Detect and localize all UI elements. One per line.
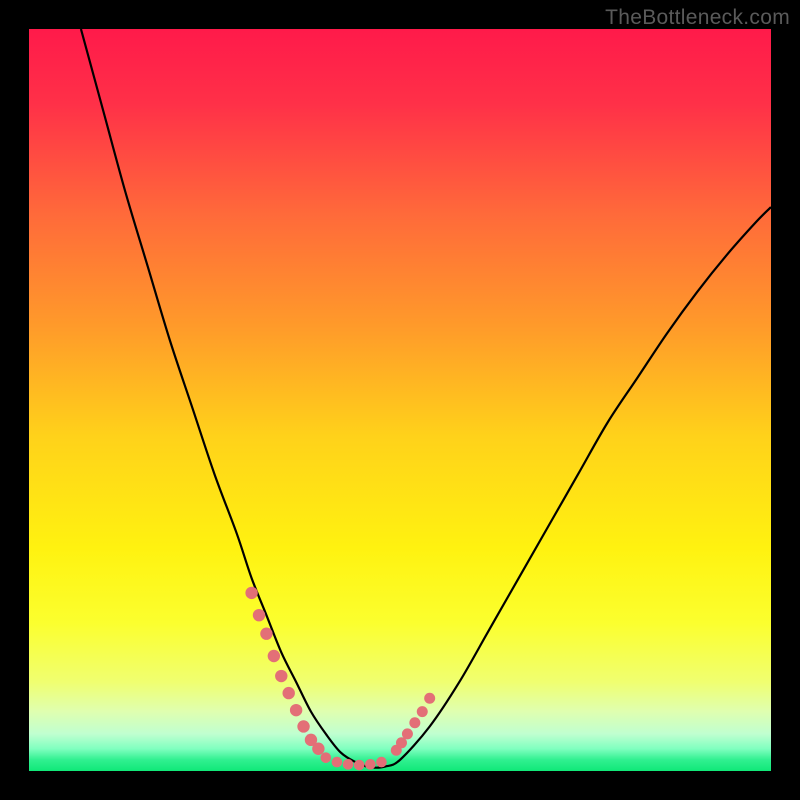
marker-point: [417, 706, 428, 717]
marker-point: [245, 587, 257, 599]
marker-point: [290, 704, 302, 716]
marker-point: [402, 728, 413, 739]
marker-point: [312, 743, 324, 755]
optimal-range-markers: [245, 587, 435, 771]
watermark-text: TheBottleneck.com: [605, 6, 790, 30]
curve-layer: [29, 29, 771, 771]
marker-point: [332, 757, 343, 768]
marker-point: [253, 609, 265, 621]
bottleneck-curve: [81, 29, 771, 768]
marker-point: [321, 752, 332, 763]
marker-point: [283, 687, 295, 699]
plot-area: [29, 29, 771, 771]
marker-point: [409, 717, 420, 728]
marker-point: [275, 670, 287, 682]
marker-point: [376, 757, 387, 768]
marker-point: [424, 693, 435, 704]
chart-container: TheBottleneck.com: [0, 0, 800, 800]
marker-point: [354, 760, 365, 771]
marker-point: [268, 650, 280, 662]
marker-point: [297, 720, 309, 732]
marker-point: [260, 628, 272, 640]
marker-point: [343, 759, 354, 770]
marker-point: [365, 759, 376, 770]
